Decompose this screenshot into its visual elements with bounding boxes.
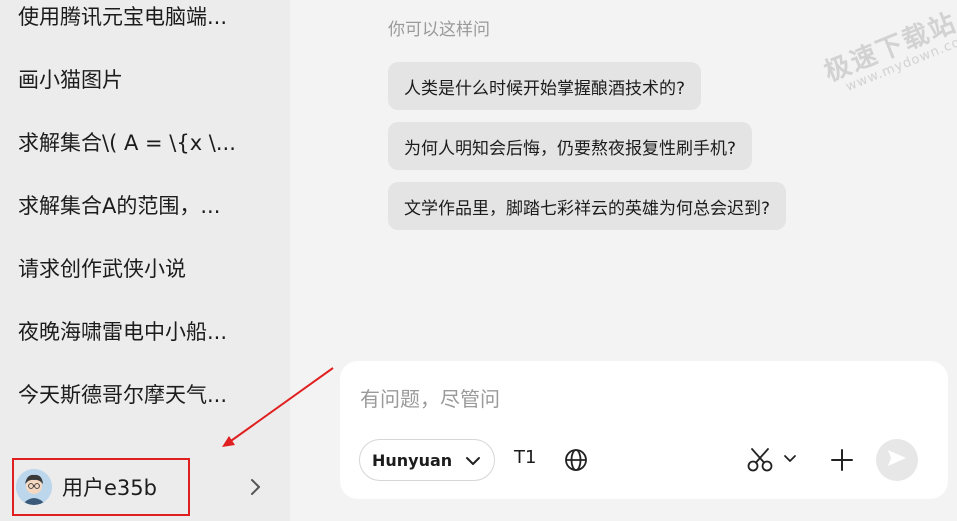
send-button[interactable] — [876, 439, 918, 481]
hint-label: 你可以这样问 — [388, 20, 490, 40]
chevron-down-icon — [464, 452, 482, 474]
suggestion-chip[interactable]: 文学作品里，脚踏七彩祥云的英雄为何总会迟到? — [388, 182, 787, 230]
user-avatar-icon — [16, 469, 52, 505]
sidebar: 使用腾讯元宝电脑端... 画小猫图片 求解集合\( A = \{x \... 求… — [0, 0, 290, 521]
suggestion-chip[interactable]: 为何人明知会后悔，仍要熬夜报复性刷手机? — [388, 122, 753, 170]
scissors-icon[interactable] — [746, 447, 774, 477]
model-label: Hunyuan — [372, 450, 453, 470]
t1-button[interactable]: T1 — [514, 447, 536, 468]
history-item[interactable]: 求解集合\( A = \{x \... — [18, 128, 268, 158]
user-name: 用户e35b — [62, 476, 157, 500]
chevron-right-icon — [250, 477, 262, 501]
suggestion-chip[interactable]: 人类是什么时候开始掌握酿酒技术的? — [388, 62, 702, 110]
history-item[interactable]: 使用腾讯元宝电脑端... — [18, 2, 268, 32]
plus-icon[interactable] — [830, 448, 854, 476]
send-icon — [886, 447, 908, 473]
chevron-down-icon[interactable] — [782, 451, 798, 471]
user-profile-button[interactable]: 用户e35b — [12, 458, 277, 516]
history-item[interactable]: 画小猫图片 — [18, 65, 268, 95]
globe-icon[interactable] — [564, 448, 588, 476]
history-item[interactable]: 夜晚海啸雷电中小船... — [18, 317, 268, 347]
history-item[interactable]: 求解集合A的范围，... — [18, 191, 268, 221]
composer: Hunyuan T1 — [340, 361, 948, 499]
history-item[interactable]: 请求创作武侠小说 — [18, 254, 268, 284]
history-item[interactable]: 今天斯德哥尔摩天气... — [18, 380, 268, 410]
model-select[interactable]: Hunyuan — [359, 439, 495, 481]
message-input[interactable] — [360, 381, 920, 417]
